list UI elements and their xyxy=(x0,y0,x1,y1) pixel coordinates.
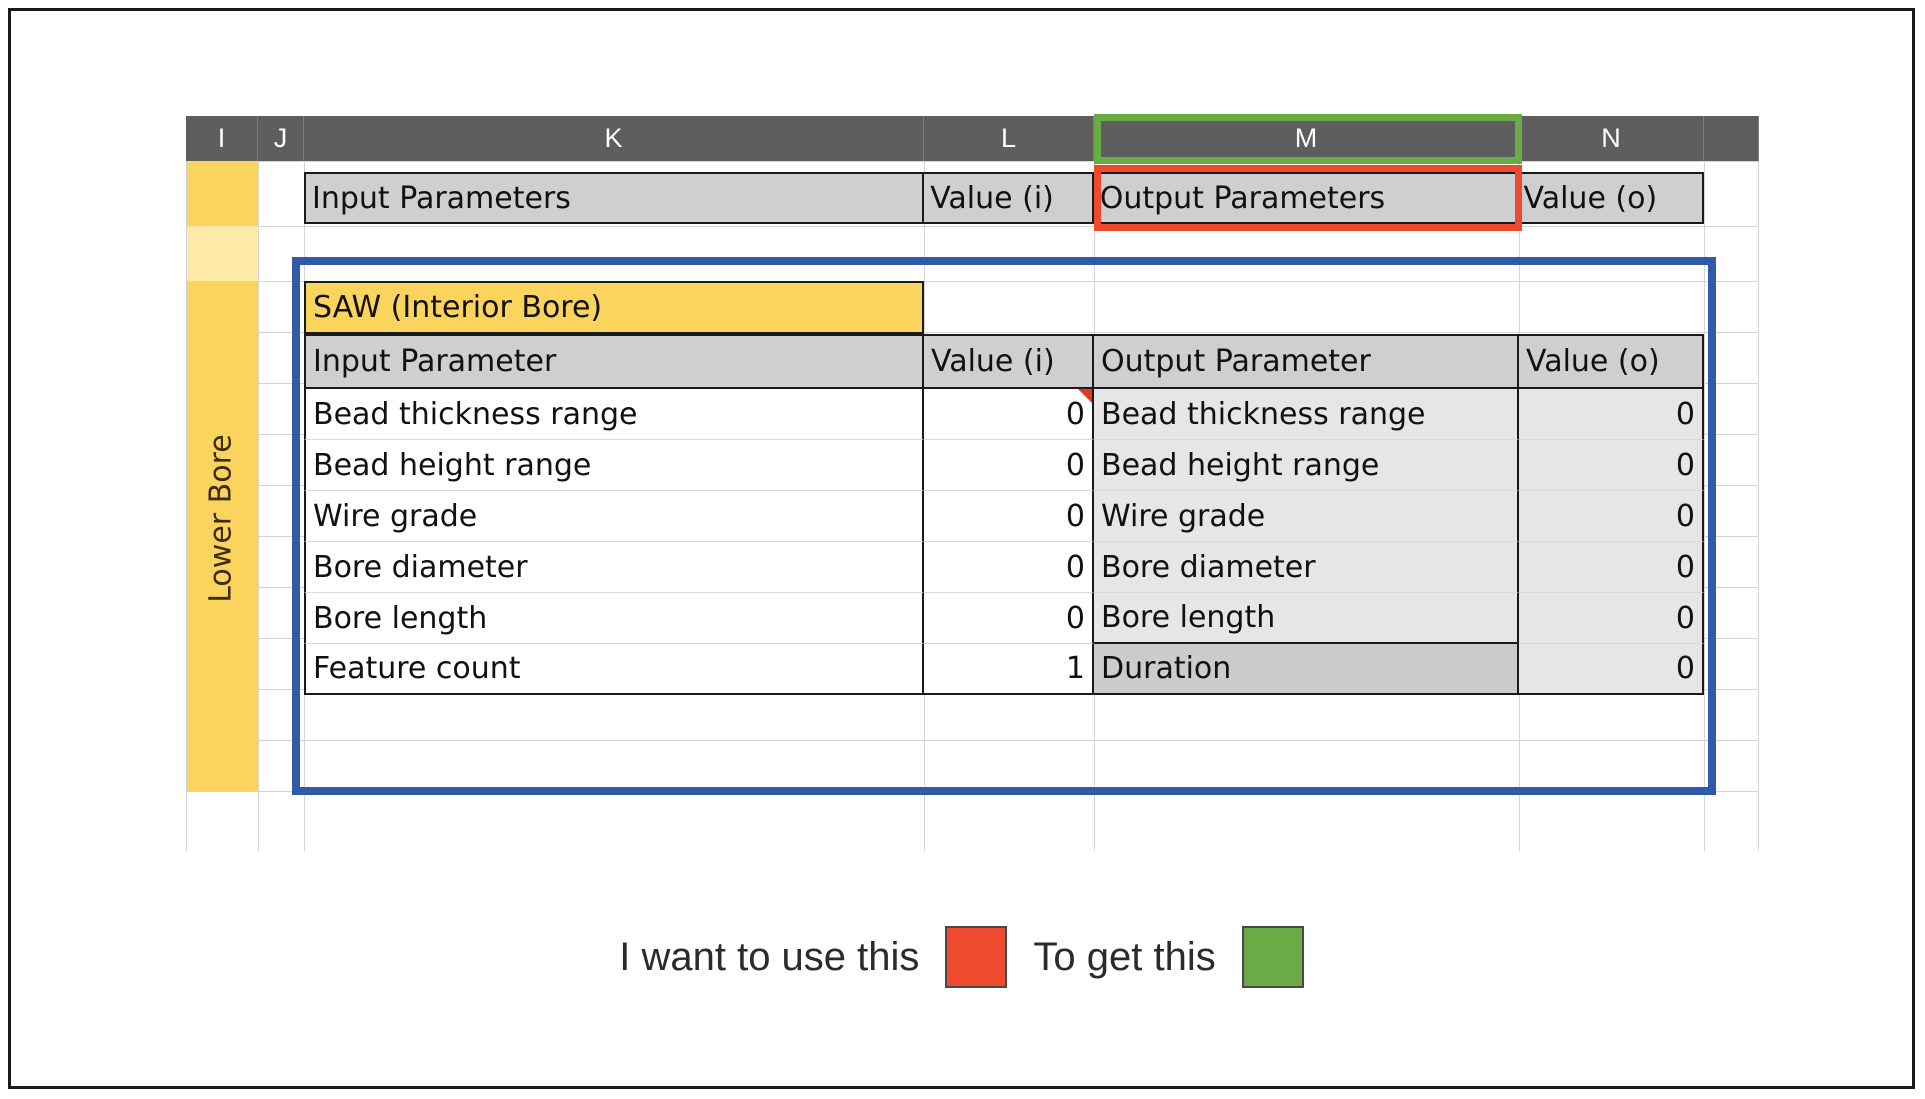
cell-input-parameter[interactable]: Bead height range xyxy=(304,440,924,491)
outer-output-parameters-cell[interactable]: Output Parameters xyxy=(1093,174,1518,222)
cell-output-parameter[interactable]: Bead height range xyxy=(1094,440,1519,491)
cell-value-i[interactable]: 1 xyxy=(924,644,1094,695)
cell-value-o[interactable]: 0 xyxy=(1519,491,1704,542)
cell-value-i[interactable]: 0 xyxy=(924,542,1094,593)
group-color-band-middle xyxy=(187,226,258,281)
swatch-green xyxy=(1241,926,1304,988)
column-header-L[interactable]: L xyxy=(924,116,1094,161)
cell-output-parameter[interactable]: Bore length xyxy=(1094,593,1519,644)
table-title-row: SAW (Interior Bore) xyxy=(304,281,1704,334)
column-header-J[interactable]: J xyxy=(258,116,304,161)
cell-value-o[interactable]: 0 xyxy=(1519,644,1704,695)
cell-input-parameter[interactable]: Bore length xyxy=(304,593,924,644)
figure-frame: Lower Bore I J K L M N Input Parameters … xyxy=(8,8,1915,1089)
saw-interior-bore-table: SAW (Interior Bore) Input Parameter Valu… xyxy=(304,281,1704,695)
gridline-vertical xyxy=(1704,161,1705,851)
outer-value-o-cell[interactable]: Value (o) xyxy=(1517,174,1702,222)
column-header-I[interactable]: I xyxy=(186,116,258,161)
table-header-row: Input Parameter Value (i) Output Paramet… xyxy=(304,334,1704,389)
spreadsheet-area: Lower Bore I J K L M N Input Parameters … xyxy=(186,114,1759,851)
cell-value-o[interactable]: 0 xyxy=(1519,542,1704,593)
cell-input-parameter[interactable]: Feature count xyxy=(304,644,924,695)
saw-title-cell[interactable]: SAW (Interior Bore) xyxy=(304,281,924,334)
caption-use-text: I want to use this xyxy=(619,934,920,979)
cell-value-i[interactable]: 0 xyxy=(924,389,1094,440)
group-color-band-top xyxy=(187,162,258,226)
cell-value-i[interactable]: 0 xyxy=(924,491,1094,542)
caption-get-text: To get this xyxy=(1033,934,1216,979)
gridline-horizontal xyxy=(186,740,1759,741)
comment-indicator-icon xyxy=(1078,389,1092,403)
outer-parameter-band: Input Parameters Value (i) Output Parame… xyxy=(304,172,1704,224)
header-input-parameter[interactable]: Input Parameter xyxy=(304,336,924,387)
table-row: Feature count 1 Duration 0 xyxy=(304,644,1704,695)
table-row: Bore diameter 0 Bore diameter 0 xyxy=(304,542,1704,593)
outer-value-i-cell[interactable]: Value (i) xyxy=(924,174,1094,222)
gridline-horizontal xyxy=(186,161,1759,162)
table-row: Wire grade 0 Wire grade 0 xyxy=(304,491,1704,542)
cell-output-parameter[interactable]: Bead thickness range xyxy=(1094,389,1519,440)
lower-bore-row-label: Lower Bore xyxy=(203,434,239,603)
table-row: Bore length 0 Bore length 0 xyxy=(304,593,1704,644)
column-header-M[interactable]: M xyxy=(1094,116,1519,161)
cell-value-i[interactable]: 0 xyxy=(924,440,1094,491)
cell-input-parameter[interactable]: Bead thickness range xyxy=(304,389,924,440)
cell-input-parameter[interactable]: Bore diameter xyxy=(304,542,924,593)
gridline-horizontal xyxy=(186,791,1759,792)
gridline-vertical xyxy=(258,161,259,851)
header-value-o[interactable]: Value (o) xyxy=(1519,336,1704,387)
table-row: Bead height range 0 Bead height range 0 xyxy=(304,440,1704,491)
cell-value-o[interactable]: 0 xyxy=(1519,389,1704,440)
column-header-N[interactable]: N xyxy=(1519,116,1704,161)
gridline-horizontal xyxy=(186,226,1759,227)
column-header-partial[interactable] xyxy=(1704,116,1759,161)
cell-output-parameter-duration[interactable]: Duration xyxy=(1094,644,1519,695)
outer-input-parameters-cell[interactable]: Input Parameters xyxy=(306,174,925,222)
cell-value-o[interactable]: 0 xyxy=(1519,593,1704,644)
column-header-strip: I J K L M N xyxy=(186,116,1759,161)
cell-input-parameter[interactable]: Wire grade xyxy=(304,491,924,542)
cell-output-parameter[interactable]: Wire grade xyxy=(1094,491,1519,542)
caption-legend: I want to use this To get this xyxy=(11,926,1912,988)
gridline-vertical xyxy=(1758,161,1759,851)
table-row: Bead thickness range 0 Bead thickness ra… xyxy=(304,389,1704,440)
cell-value-o[interactable]: 0 xyxy=(1519,440,1704,491)
cell-value-i[interactable]: 0 xyxy=(924,593,1094,644)
column-header-K[interactable]: K xyxy=(304,116,924,161)
header-output-parameter[interactable]: Output Parameter xyxy=(1094,336,1519,387)
cell-output-parameter[interactable]: Bore diameter xyxy=(1094,542,1519,593)
header-value-i[interactable]: Value (i) xyxy=(924,336,1094,387)
swatch-red xyxy=(945,926,1008,988)
